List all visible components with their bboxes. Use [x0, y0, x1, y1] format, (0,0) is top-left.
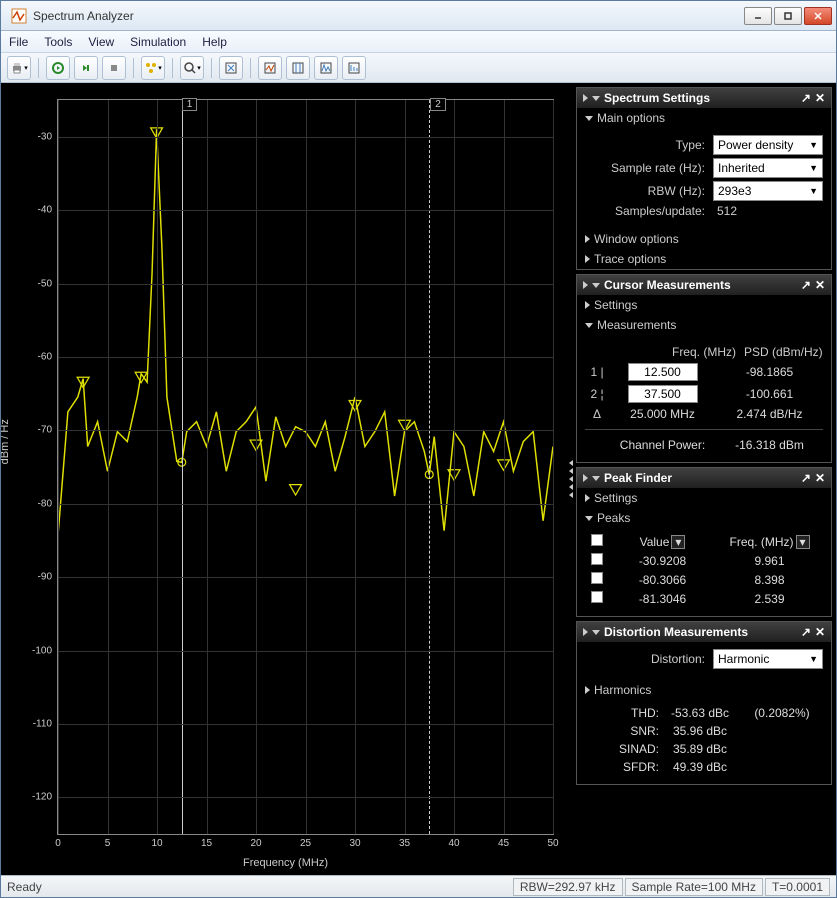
stop-button[interactable] [102, 56, 126, 80]
trace-options-button[interactable] [258, 56, 282, 80]
plot-area[interactable]: dBm / Hz Frequency (MHz) 1 2 -30-40-50-6… [1, 83, 566, 875]
menu-view[interactable]: View [88, 35, 114, 49]
splitter[interactable] [566, 83, 576, 875]
panel-close-icon[interactable]: ✕ [815, 91, 825, 105]
cursor-button[interactable] [286, 56, 310, 80]
channel-power-label: Channel Power: [609, 438, 716, 452]
side-panels: Spectrum Settings ↗ ✕ Main options Type:… [576, 83, 836, 875]
window-title: Spectrum Analyzer [33, 9, 744, 23]
sort-freq-button[interactable]: ▾ [796, 535, 810, 549]
samples-update-label: Samples/update: [585, 204, 705, 218]
cursor-row-delta: Δ25.000 MHz2.474 dB/Hz [585, 405, 823, 423]
cursor-row-2: 2 ¦37.500-100.661 [585, 383, 823, 405]
rbw-dropdown[interactable]: 293e3▼ [713, 181, 823, 201]
sample-rate-dropdown[interactable]: Inherited▼ [713, 158, 823, 178]
cursor-measurements-panel: Cursor Measurements ↗✕ Settings Measurem… [576, 274, 832, 463]
status-ready: Ready [7, 880, 42, 894]
channel-power-value: -16.318 dBm [716, 438, 823, 452]
undock-icon[interactable]: ↗ [801, 471, 811, 485]
run-button[interactable] [46, 56, 70, 80]
main-options-toggle[interactable]: Main options [577, 108, 831, 128]
status-rbw: RBW=292.97 kHz [513, 878, 623, 896]
cursor-settings-toggle[interactable]: Settings [577, 295, 831, 315]
maximize-button[interactable] [774, 7, 802, 25]
status-sample-rate: Sample Rate=100 MHz [625, 878, 763, 896]
trace-options-toggle[interactable]: Trace options [577, 249, 831, 269]
cursor-2-label: 2 [430, 98, 446, 111]
peak-row: -80.30668.398 [585, 570, 823, 589]
cursor-2-psd: -100.661 [716, 387, 823, 401]
panel-close-icon[interactable]: ✕ [815, 471, 825, 485]
print-button[interactable]: ▾ [7, 56, 31, 80]
peak-button[interactable] [314, 56, 338, 80]
highlight-button[interactable]: ▾ [141, 56, 165, 80]
peak-checkbox-2[interactable] [591, 591, 603, 603]
undock-icon[interactable]: ↗ [801, 625, 811, 639]
status-time: T=0.0001 [765, 878, 830, 896]
type-dropdown[interactable]: Power density▼ [713, 135, 823, 155]
window-options-toggle[interactable]: Window options [577, 229, 831, 249]
peak-settings-toggle[interactable]: Settings [577, 488, 831, 508]
peak-row: -81.30462.539 [585, 589, 823, 608]
plot-box[interactable]: 1 2 -30-40-50-60-70-80-90-100-110-120051… [57, 99, 554, 835]
cursor-1-freq-input[interactable]: 12.500 [628, 363, 698, 381]
distortion-type-dropdown[interactable]: Harmonic▼ [713, 649, 823, 669]
type-label: Type: [585, 138, 705, 152]
peak-checkbox-1[interactable] [591, 572, 603, 584]
distortion-header[interactable]: Distortion Measurements ↗✕ [577, 622, 831, 642]
cursor-row-1: 1 |12.500-98.1865 [585, 361, 823, 383]
menubar: File Tools View Simulation Help [1, 31, 836, 53]
peak-row: -30.92089.961 [585, 551, 823, 570]
cursor-1-psd: -98.1865 [716, 365, 823, 379]
statusbar: Ready RBW=292.97 kHz Sample Rate=100 MHz… [1, 875, 836, 897]
autoscale-button[interactable] [219, 56, 243, 80]
cursor-measurements-header[interactable]: Cursor Measurements ↗✕ [577, 275, 831, 295]
app-icon [11, 8, 27, 24]
panel-title: Spectrum Settings [604, 91, 710, 105]
spectrum-settings-panel: Spectrum Settings ↗ ✕ Main options Type:… [576, 87, 832, 270]
step-button[interactable] [74, 56, 98, 80]
sort-value-button[interactable]: ▾ [671, 535, 685, 549]
panel-close-icon[interactable]: ✕ [815, 278, 825, 292]
cursor-measurements-toggle[interactable]: Measurements [577, 315, 831, 335]
menu-file[interactable]: File [9, 35, 28, 49]
distortion-panel: Distortion Measurements ↗✕ Distortion:Ha… [576, 621, 832, 785]
sample-rate-label: Sample rate (Hz): [585, 161, 705, 175]
menu-help[interactable]: Help [202, 35, 227, 49]
harmonics-toggle[interactable]: Harmonics [577, 680, 831, 700]
distortion-button[interactable] [342, 56, 366, 80]
close-button[interactable] [804, 7, 832, 25]
toolbar: ▾ ▾ ▾ [1, 53, 836, 83]
peak-finder-panel: Peak Finder ↗✕ Settings Peaks Value▾ Fre… [576, 467, 832, 617]
samples-update-value: 512 [713, 204, 823, 218]
zoom-button[interactable]: ▾ [180, 56, 204, 80]
peak-finder-header[interactable]: Peak Finder ↗✕ [577, 468, 831, 488]
panel-close-icon[interactable]: ✕ [815, 625, 825, 639]
peak-select-all-checkbox[interactable] [591, 534, 603, 546]
undock-icon[interactable]: ↗ [801, 91, 811, 105]
undock-icon[interactable]: ↗ [801, 278, 811, 292]
peak-checkbox-0[interactable] [591, 553, 603, 565]
expand-icon [592, 96, 600, 101]
spectrum-settings-header[interactable]: Spectrum Settings ↗ ✕ [577, 88, 831, 108]
peaks-toggle[interactable]: Peaks [577, 508, 831, 528]
menu-tools[interactable]: Tools [44, 35, 72, 49]
rbw-label: RBW (Hz): [585, 184, 705, 198]
titlebar: Spectrum Analyzer [1, 1, 836, 31]
menu-icon [583, 94, 588, 102]
minimize-button[interactable] [744, 7, 772, 25]
x-axis-label: Frequency (MHz) [243, 857, 328, 869]
cursor-2-freq-input[interactable]: 37.500 [628, 385, 698, 403]
main-area: dBm / Hz Frequency (MHz) 1 2 -30-40-50-6… [1, 83, 836, 875]
menu-simulation[interactable]: Simulation [130, 35, 186, 49]
cursor-1-label: 1 [182, 98, 198, 111]
y-axis-label: dBm / Hz [1, 419, 11, 464]
